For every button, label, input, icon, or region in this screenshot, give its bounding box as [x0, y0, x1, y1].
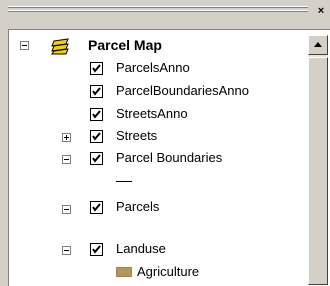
scroll-thumb[interactable]: [308, 57, 328, 285]
collapse-landuse[interactable]: [62, 246, 71, 255]
collapse-parcel-boundaries[interactable]: [62, 155, 71, 164]
legend-class-agriculture[interactable]: Agriculture: [137, 264, 199, 280]
check-icon: [92, 154, 101, 163]
toc-grip[interactable]: [8, 4, 308, 18]
minus-box-icon: [64, 159, 69, 160]
agriculture-fill-swatch[interactable]: [116, 267, 132, 277]
checkbox-streets[interactable]: [90, 130, 103, 143]
checkbox-parcelsanno[interactable]: [90, 62, 103, 75]
check-icon: [92, 64, 101, 73]
layer-label-streets[interactable]: Streets: [116, 128, 157, 144]
collapse-parcel-map[interactable]: [20, 41, 29, 50]
line-symbol-swatch[interactable]: [116, 181, 132, 182]
layer-label-parcelboundariesanno[interactable]: ParcelBoundariesAnno: [116, 83, 249, 99]
scroll-up-button[interactable]: [308, 35, 328, 55]
layer-label-landuse[interactable]: Landuse: [116, 241, 166, 257]
layer-label-parcel-boundaries[interactable]: Parcel Boundaries: [116, 150, 222, 166]
check-icon: [92, 132, 101, 141]
checkbox-parcels[interactable]: [90, 201, 103, 214]
minus-box-icon: [22, 45, 27, 46]
layer-label-parcels[interactable]: Parcels: [116, 199, 159, 215]
checkbox-parcel-boundaries[interactable]: [90, 152, 103, 165]
vertical-scrollbar[interactable]: [308, 35, 328, 285]
check-icon: [92, 245, 101, 254]
arrow-up-icon: [314, 42, 322, 47]
minus-box-icon: [64, 250, 69, 251]
checkbox-streetsanno[interactable]: [90, 108, 103, 121]
checkbox-parcelboundariesanno[interactable]: [90, 85, 103, 98]
layer-label-streetsanno[interactable]: StreetsAnno: [116, 106, 188, 122]
check-icon: [92, 203, 101, 212]
check-icon: [92, 110, 101, 119]
minus-box-icon: [64, 209, 69, 210]
checkbox-landuse[interactable]: [90, 243, 103, 256]
group-label-parcel-map[interactable]: Parcel Map: [88, 37, 162, 53]
layer-label-parcelsanno[interactable]: ParcelsAnno: [116, 60, 190, 76]
expand-streets[interactable]: [62, 133, 71, 142]
layers-icon: [51, 38, 69, 55]
collapse-parcels[interactable]: [62, 205, 71, 214]
close-button[interactable]: ×: [314, 4, 328, 18]
check-icon: [92, 87, 101, 96]
plus-box-icon-stem: [66, 135, 67, 140]
